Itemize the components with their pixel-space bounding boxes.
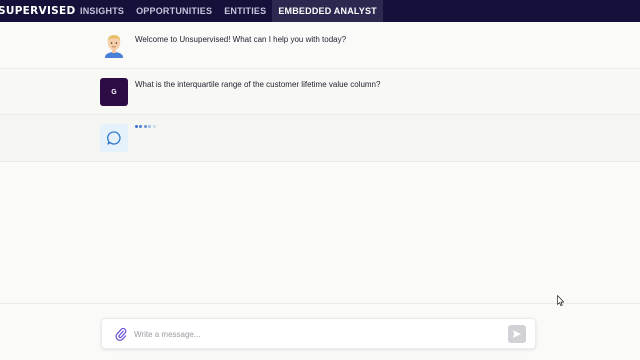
typing-indicator xyxy=(135,125,156,128)
typing-dot xyxy=(135,125,138,128)
tab-entities[interactable]: ENTITIES xyxy=(218,0,272,22)
typing-dot xyxy=(139,125,143,128)
mouse-cursor-icon xyxy=(557,295,565,307)
chat-message-user: G What is the interquartile range of the… xyxy=(0,69,640,115)
message-input[interactable] xyxy=(134,326,494,342)
message-text: What is the interquartile range of the c… xyxy=(135,80,381,89)
chat-message-assistant-typing xyxy=(0,115,640,162)
memoji-avatar-icon xyxy=(100,31,128,59)
tab-insights[interactable]: INSIGHTS xyxy=(74,0,130,22)
typing-dot xyxy=(152,125,156,128)
tab-opportunities[interactable]: OPPORTUNITIES xyxy=(130,0,218,22)
typing-dot xyxy=(148,125,152,128)
message-text: Welcome to Unsupervised! What can I help… xyxy=(135,35,347,44)
chat-bubble-icon xyxy=(100,124,128,152)
typing-dot xyxy=(143,125,147,128)
send-icon xyxy=(513,330,522,338)
chat-message-assistant: Welcome to Unsupervised! What can I help… xyxy=(0,22,640,69)
top-nav: SUPERVISED INSIGHTS OPPORTUNITIES ENTITI… xyxy=(0,0,640,22)
send-button[interactable] xyxy=(508,325,526,343)
tab-embedded-analyst[interactable]: EMBEDDED ANALYST xyxy=(272,0,383,22)
paperclip-icon[interactable] xyxy=(114,327,128,341)
brand-logo[interactable]: SUPERVISED xyxy=(0,5,75,17)
divider xyxy=(0,303,640,304)
message-composer xyxy=(101,318,536,349)
user-avatar: G xyxy=(100,78,128,106)
